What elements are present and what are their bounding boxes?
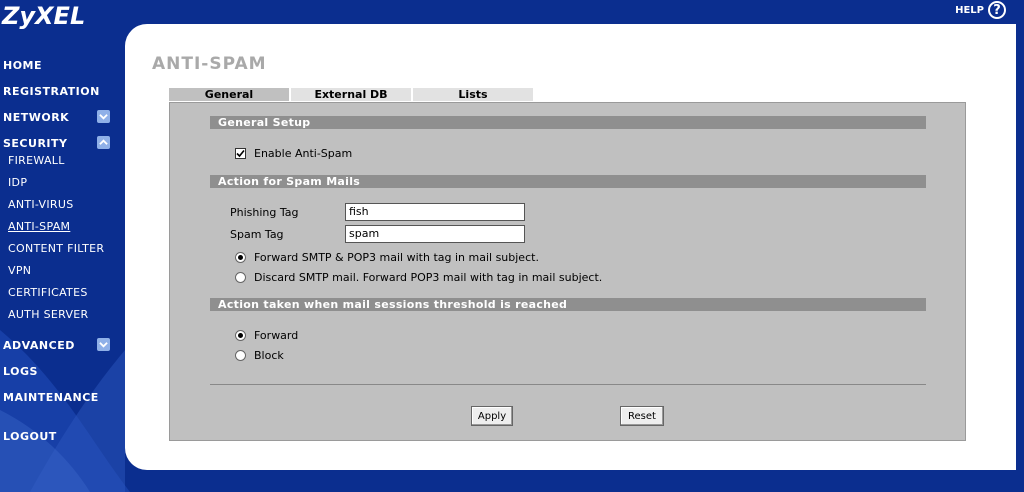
section-header-general-setup: General Setup	[210, 116, 926, 129]
spam-forward-option: Forward SMTP & POP3 mail with tag in mai…	[235, 251, 539, 264]
help-label: HELP	[955, 4, 984, 16]
sidebar-item-security[interactable]: SECURITY	[3, 137, 67, 150]
security-collapse-icon[interactable]	[97, 136, 110, 149]
spam-tag-input[interactable]: spam	[345, 225, 525, 243]
spam-forward-label: Forward SMTP & POP3 mail with tag in mai…	[254, 251, 539, 264]
sidebar-item-registration[interactable]: REGISTRATION	[3, 85, 100, 98]
sidebar-subitem-auth-server[interactable]: AUTH SERVER	[8, 308, 88, 321]
network-expand-icon[interactable]	[97, 110, 110, 123]
sidebar-subitem-anti-virus[interactable]: ANTI-VIRUS	[8, 198, 74, 211]
tab-general[interactable]: General	[169, 88, 289, 101]
spam-discard-option: Discard SMTP mail. Forward POP3 mail wit…	[235, 271, 602, 284]
sidebar-subitem-firewall[interactable]: FIREWALL	[8, 154, 65, 167]
threshold-forward-label: Forward	[254, 329, 299, 342]
reset-button[interactable]: Reset	[620, 406, 664, 426]
checkmark-icon	[236, 149, 245, 158]
threshold-block-radio[interactable]	[235, 350, 246, 361]
sidebar-subitem-idp[interactable]: IDP	[8, 176, 27, 189]
enable-anti-spam-row: Enable Anti-Spam	[235, 147, 352, 160]
sidebar-subitem-content-filter[interactable]: CONTENT FILTER	[8, 242, 104, 255]
tab-bar: General External DB Lists	[169, 88, 535, 101]
form-divider	[210, 384, 926, 385]
section-header-threshold-action: Action taken when mail sessions threshol…	[210, 298, 926, 311]
spam-forward-radio[interactable]	[235, 252, 246, 263]
sidebar-item-advanced[interactable]: ADVANCED	[3, 339, 75, 352]
help-icon: ?	[988, 1, 1006, 19]
spam-tag-label: Spam Tag	[230, 228, 284, 241]
section-header-spam-action: Action for Spam Mails	[210, 175, 926, 188]
advanced-expand-icon[interactable]	[97, 338, 110, 351]
spam-discard-radio[interactable]	[235, 272, 246, 283]
settings-form: General Setup Enable Anti-Spam Action fo…	[169, 102, 966, 441]
sidebar-nav: HOME REGISTRATION NETWORK SECURITY FIREW…	[0, 0, 125, 492]
help-button[interactable]: HELP ?	[955, 1, 1006, 19]
sidebar-item-maintenance[interactable]: MAINTENANCE	[3, 391, 99, 404]
spam-discard-label: Discard SMTP mail. Forward POP3 mail wit…	[254, 271, 603, 284]
threshold-block-label: Block	[254, 349, 284, 362]
sidebar-subitem-certificates[interactable]: CERTIFICATES	[8, 286, 88, 299]
enable-anti-spam-checkbox[interactable]	[235, 148, 246, 159]
tab-external-db[interactable]: External DB	[291, 88, 411, 101]
threshold-forward-option: Forward	[235, 329, 298, 342]
tab-lists[interactable]: Lists	[413, 88, 533, 101]
sidebar-subitem-anti-spam[interactable]: ANTI-SPAM	[8, 220, 70, 233]
enable-anti-spam-label: Enable Anti-Spam	[254, 147, 353, 160]
threshold-block-option: Block	[235, 349, 284, 362]
sidebar-item-logout[interactable]: LOGOUT	[3, 430, 57, 443]
phishing-tag-input[interactable]: fish	[345, 203, 525, 221]
phishing-tag-label: Phishing Tag	[230, 206, 299, 219]
apply-button[interactable]: Apply	[471, 406, 513, 426]
sidebar-item-home[interactable]: HOME	[3, 59, 42, 72]
page-title: ANTI-SPAM	[152, 54, 267, 74]
sidebar-item-network[interactable]: NETWORK	[3, 111, 69, 124]
sidebar-item-logs[interactable]: LOGS	[3, 365, 38, 378]
threshold-forward-radio[interactable]	[235, 330, 246, 341]
sidebar-subitem-vpn[interactable]: VPN	[8, 264, 31, 277]
